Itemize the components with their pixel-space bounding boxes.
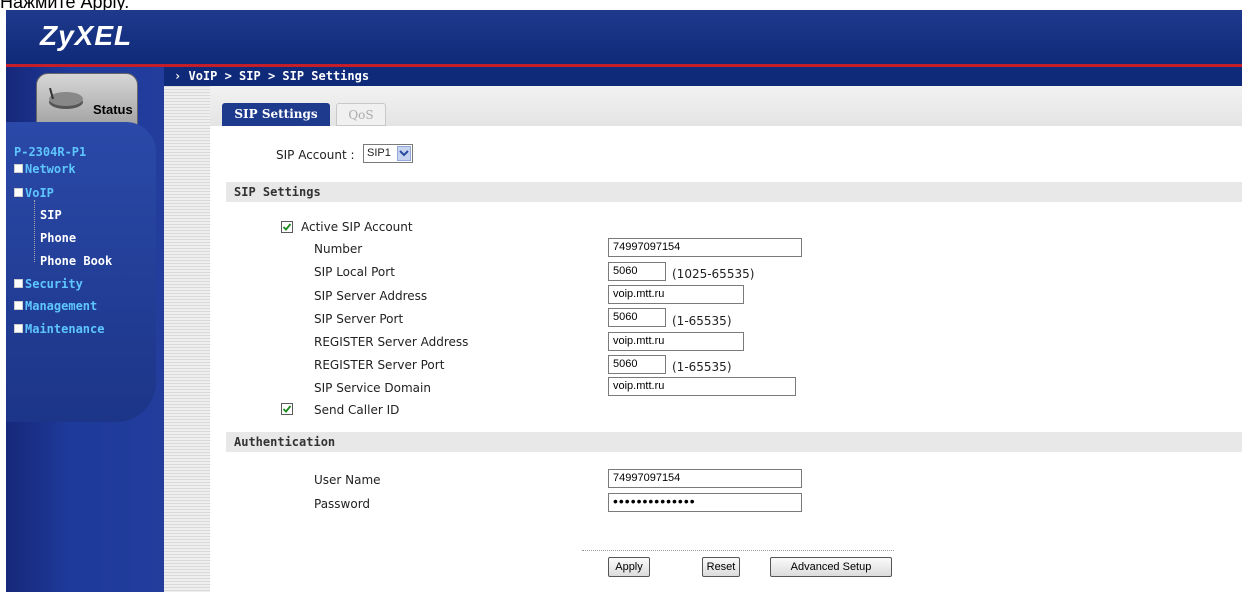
nav-item-security[interactable]: Security <box>14 277 83 291</box>
nav-item-maintenance[interactable]: Maintenance <box>14 322 104 336</box>
breadcrumb-text: VoIP > SIP > SIP Settings <box>188 69 370 83</box>
expand-icon <box>14 301 23 310</box>
server-port-field[interactable]: 5060 <box>608 308 666 327</box>
sip-account-select[interactable]: SIP1 <box>363 144 413 163</box>
section-authentication: Authentication <box>226 432 1242 452</box>
zyxel-logo: ZyXEL <box>40 20 133 51</box>
expand-icon <box>14 279 23 288</box>
expand-icon <box>14 164 23 173</box>
tree-line <box>34 200 36 262</box>
sip-account-value: SIP1 <box>367 147 391 159</box>
tab-qos[interactable]: QoS <box>336 103 386 126</box>
server-port-range: (1-65535) <box>672 314 732 328</box>
server-address-field[interactable]: voip.mtt.ru <box>608 285 744 304</box>
local-port-label: SIP Local Port <box>314 265 395 279</box>
nav-item-network[interactable]: Network <box>14 162 76 176</box>
server-port-label: SIP Server Port <box>314 312 404 326</box>
section-sip-settings: SIP Settings <box>226 182 1242 202</box>
username-label: User Name <box>314 473 381 487</box>
apply-button[interactable]: Apply <box>608 557 650 577</box>
register-port-label: REGISTER Server Port <box>314 358 445 372</box>
check-icon <box>282 223 292 231</box>
service-domain-label: SIP Service Domain <box>314 381 431 395</box>
password-label: Password <box>314 497 371 511</box>
number-label: Number <box>314 242 363 256</box>
nav-item-voip[interactable]: VoIP <box>14 186 54 200</box>
tab-sip-settings[interactable]: SIP Settings <box>222 103 330 126</box>
reset-button[interactable]: Reset <box>702 557 740 577</box>
breadcrumb: › VoIP > SIP > SIP Settings <box>164 67 1242 86</box>
nav-label: VoIP <box>25 186 54 200</box>
nav-label: Maintenance <box>25 322 105 336</box>
sip-account-label: SIP Account : <box>276 148 355 162</box>
server-address-label: SIP Server Address <box>314 289 428 303</box>
check-icon <box>282 405 292 413</box>
register-port-field[interactable]: 5060 <box>608 355 666 374</box>
register-port-range: (1-65535) <box>672 360 732 374</box>
username-field[interactable]: 74997097154 <box>608 469 802 488</box>
password-field[interactable]: •••••••••••••• <box>608 493 802 512</box>
decorative-stripe <box>164 86 210 592</box>
nav-label: Network <box>25 162 76 176</box>
number-field[interactable]: 74997097154 <box>608 238 802 257</box>
active-sip-label: Active SIP Account <box>301 220 413 234</box>
collapse-icon <box>14 188 23 197</box>
chevron-down-icon <box>397 146 411 161</box>
nav-item-sip[interactable]: SIP <box>40 208 62 222</box>
service-domain-field[interactable]: voip.mtt.ru <box>608 377 796 396</box>
local-port-field[interactable]: 5060 <box>608 262 666 281</box>
nav-item-phone-book[interactable]: Phone Book <box>40 254 112 268</box>
advanced-setup-button[interactable]: Advanced Setup <box>770 557 892 577</box>
nav-label: Management <box>25 299 98 313</box>
register-address-label: REGISTER Server Address <box>314 335 469 349</box>
nav-item-phone[interactable]: Phone <box>40 231 76 245</box>
router-icon <box>49 88 83 109</box>
expand-icon <box>14 324 23 333</box>
status-label: Status <box>93 102 133 117</box>
nav-label: Security <box>25 277 83 291</box>
local-port-range: (1025-65535) <box>672 267 755 281</box>
active-sip-checkbox[interactable] <box>281 221 293 233</box>
register-address-field[interactable]: voip.mtt.ru <box>608 332 744 351</box>
send-caller-id-label: Send Caller ID <box>314 403 400 417</box>
breadcrumb-arrow-icon: › <box>174 69 182 83</box>
device-model: P-2304R-P1 <box>14 145 87 159</box>
send-caller-id-checkbox[interactable] <box>281 403 293 415</box>
divider <box>582 550 894 551</box>
nav-item-management[interactable]: Management <box>14 299 97 313</box>
header-bar: ZyXEL <box>6 10 1242 64</box>
